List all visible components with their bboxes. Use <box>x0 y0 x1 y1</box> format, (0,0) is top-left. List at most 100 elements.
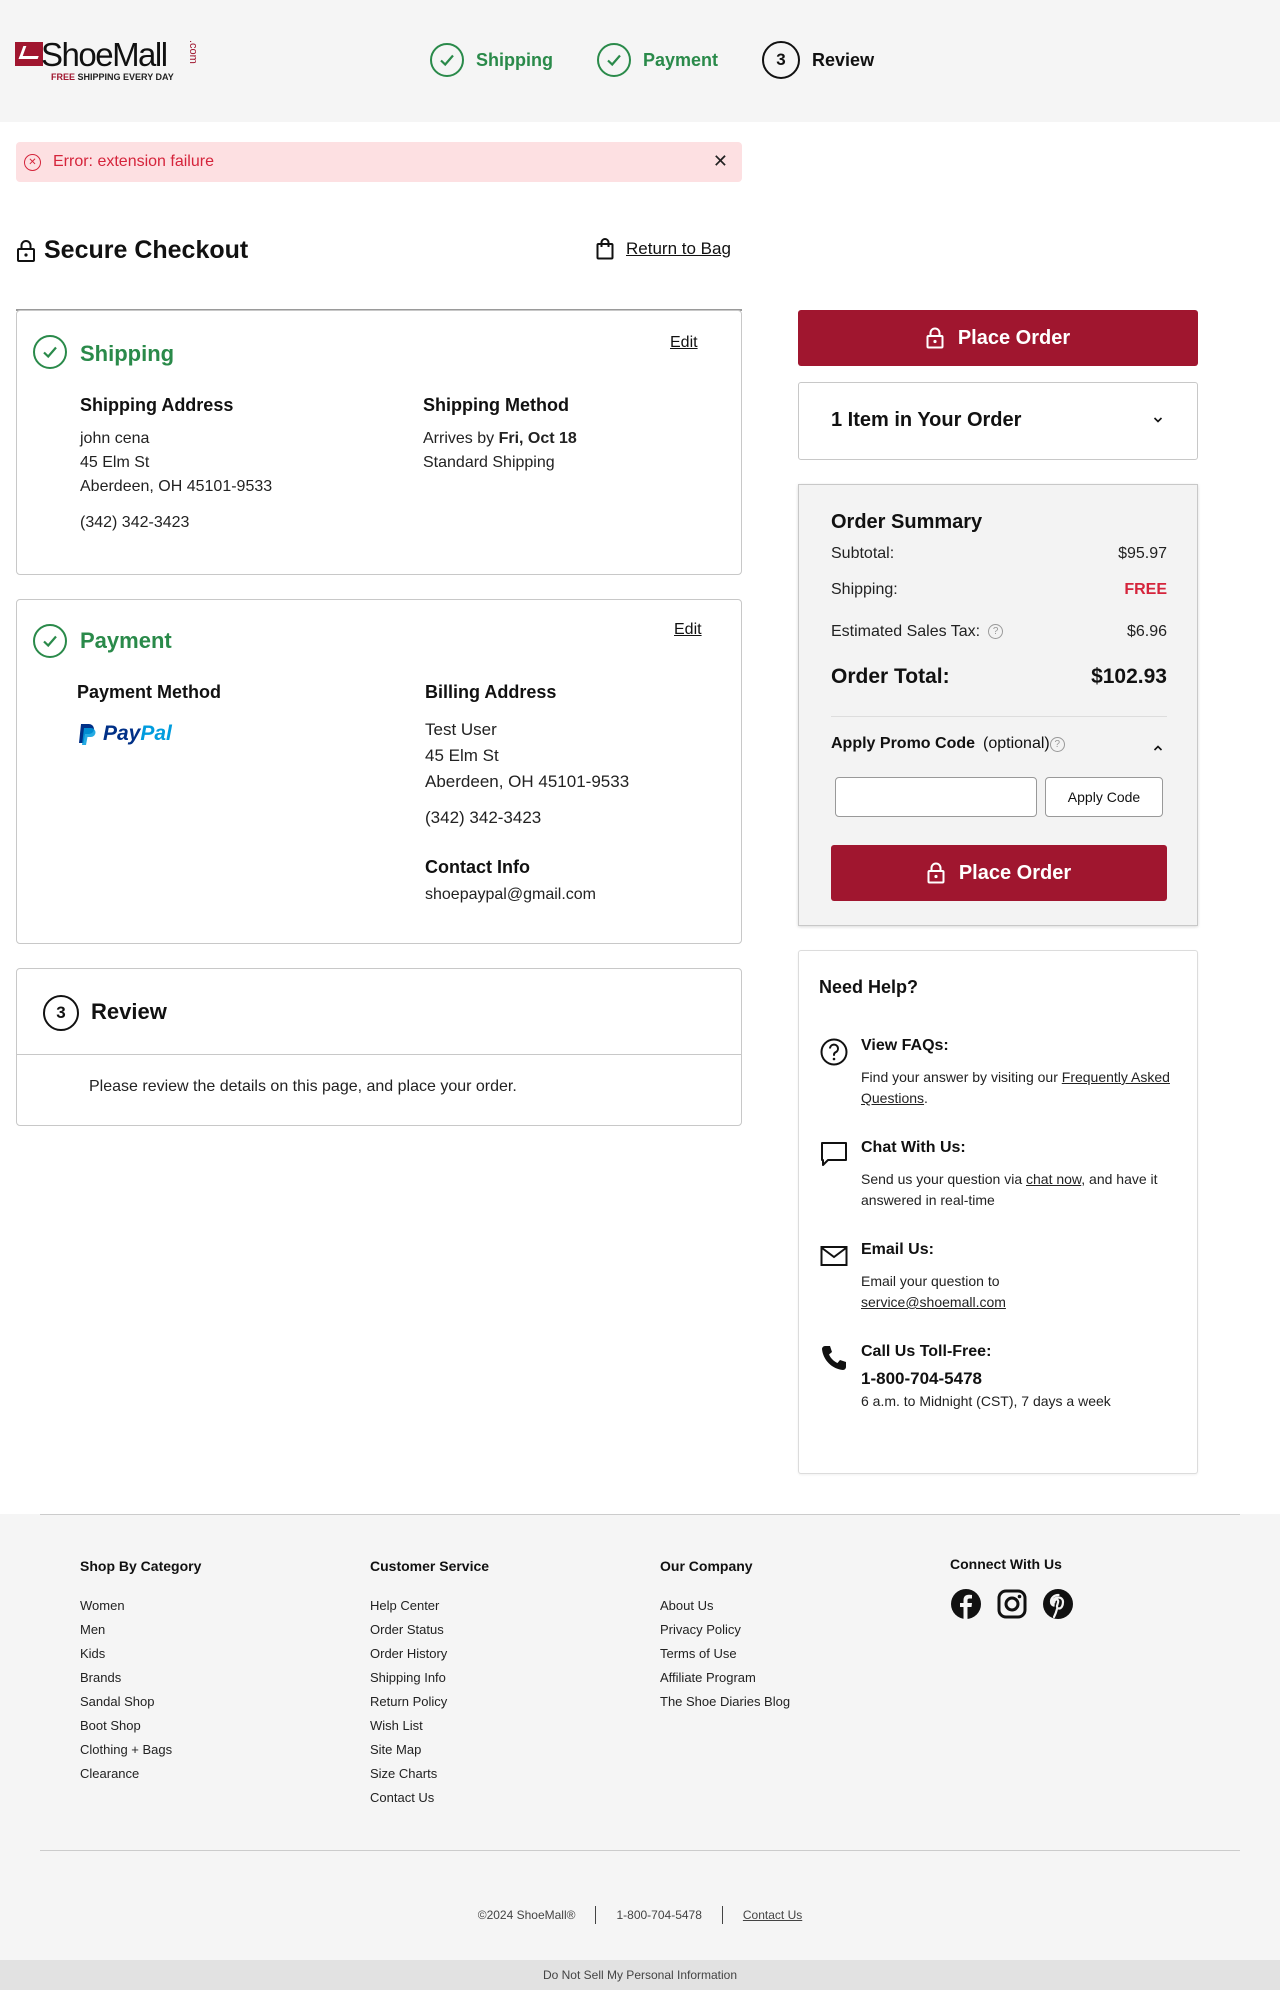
shipping-cost-value: FREE <box>1124 581 1167 598</box>
footer-link[interactable]: Shipping Info <box>370 1670 489 1694</box>
footer-link[interactable]: Help Center <box>370 1598 489 1622</box>
footer-link[interactable]: Women <box>80 1598 201 1622</box>
need-help-title: Need Help? <box>819 977 919 997</box>
instagram-icon[interactable] <box>996 1588 1028 1620</box>
paypal-icon <box>79 724 96 745</box>
total-value: $102.93 <box>1091 665 1167 688</box>
footer-link[interactable]: Wish List <box>370 1718 489 1742</box>
shipping-edit-link[interactable]: Edit <box>670 334 698 352</box>
subtotal-label: Subtotal: <box>831 545 895 562</box>
promo-code-input[interactable] <box>835 777 1037 817</box>
footer-link[interactable]: Brands <box>80 1670 201 1694</box>
arrives-date: Fri, Oct 18 <box>498 430 577 447</box>
subtotal-value: $95.97 <box>1118 545 1167 562</box>
footer-link[interactable]: Affiliate Program <box>660 1670 790 1694</box>
tax-label: Estimated Sales Tax: <box>831 623 981 640</box>
chevron-up-icon[interactable] <box>1153 743 1163 753</box>
review-step-number: 3 <box>43 995 79 1031</box>
logo-brand: ShoeMall <box>41 36 168 73</box>
promo-toggle[interactable]: Apply Promo Code (optional) ? <box>831 735 1065 753</box>
footer-link[interactable]: Clearance <box>80 1766 201 1790</box>
review-text: Please review the details on this page, … <box>89 1078 517 1095</box>
step-payment[interactable]: Payment <box>596 43 719 77</box>
total-label: Order Total: <box>831 665 950 688</box>
step-review: 3 Review <box>762 41 874 79</box>
close-icon[interactable]: ✕ <box>713 151 728 172</box>
shipping-address-heading: Shipping Address <box>80 395 234 415</box>
email-link[interactable]: service@shoemall.com <box>861 1294 1006 1310</box>
tax-value: $6.96 <box>1126 623 1167 640</box>
payment-section: Payment Edit Payment Method PayPal Billi… <box>16 599 742 944</box>
apply-code-button[interactable]: Apply Code <box>1045 777 1163 817</box>
place-order-label: Place Order <box>958 861 1072 884</box>
payment-edit-link[interactable]: Edit <box>674 621 702 639</box>
error-message: Error: extension failure <box>53 153 214 170</box>
promo-label: Apply Promo Code <box>831 735 976 752</box>
footer-link[interactable]: Terms of Use <box>660 1646 790 1670</box>
footer-link[interactable]: About Us <box>660 1598 790 1622</box>
footer-heading: Connect With Us <box>950 1556 1062 1572</box>
help-icon[interactable]: ? <box>988 624 1004 640</box>
lock-icon <box>927 862 945 884</box>
arrives-prefix: Arrives by <box>423 430 499 447</box>
lock-icon <box>926 327 944 349</box>
shipping-street: 45 Elm St <box>80 454 150 471</box>
chat-title: Chat With Us: <box>861 1139 966 1156</box>
footer-heading: Our Company <box>660 1558 753 1574</box>
subtotal-row: Subtotal: $95.97 <box>831 545 1167 563</box>
footer-link[interactable]: Contact Us <box>370 1790 489 1814</box>
shipping-phone: (342) 342-3423 <box>80 514 190 531</box>
contact-email: shoepaypal@gmail.com <box>425 886 596 903</box>
order-items-toggle[interactable]: 1 Item in Your Order <box>798 382 1198 460</box>
footer-col-connect: Connect With Us <box>950 1556 1088 1620</box>
footer-link[interactable]: Size Charts <box>370 1766 489 1790</box>
footer-link[interactable]: The Shoe Diaries Blog <box>660 1694 790 1718</box>
site-header: ShoeMall .com FREE SHIPPING EVERY DAY Sh… <box>0 0 1280 122</box>
call-hours: 6 a.m. to Midnight (CST), 7 days a week <box>861 1393 1111 1409</box>
shipping-cost-label: Shipping: <box>831 581 898 598</box>
footer-link[interactable]: Men <box>80 1622 201 1646</box>
footer-link[interactable]: Site Map <box>370 1742 489 1766</box>
faq-title: View FAQs: <box>861 1037 949 1054</box>
footer-link[interactable]: Sandal Shop <box>80 1694 201 1718</box>
chat-now-link[interactable]: chat now <box>1026 1171 1081 1187</box>
chat-text: Send us your question via chat now, and … <box>861 1169 1171 1211</box>
step-shipping[interactable]: Shipping <box>430 43 553 77</box>
facebook-icon[interactable] <box>950 1588 982 1620</box>
footer-link[interactable]: Order History <box>370 1646 489 1670</box>
billing-phone: (342) 342-3423 <box>425 808 542 827</box>
return-to-bag-link[interactable]: Return to Bag <box>596 238 731 260</box>
footer-link[interactable]: Return Policy <box>370 1694 489 1718</box>
check-circle-icon <box>33 335 67 369</box>
step-shipping-label: Shipping <box>476 49 553 70</box>
billing-city: Aberdeen, OH 45101-9533 <box>425 772 630 791</box>
shipping-title: Shipping <box>80 341 175 366</box>
envelope-icon <box>820 1246 848 1266</box>
return-to-bag-label: Return to Bag <box>626 239 731 258</box>
logo-tagline-rest: SHIPPING EVERY DAY <box>75 72 174 82</box>
footer-link[interactable]: Kids <box>80 1646 201 1670</box>
place-order-button[interactable]: Place Order <box>831 845 1167 901</box>
divider <box>721 1906 723 1924</box>
faq-text: Find your answer by visiting our Frequen… <box>861 1067 1171 1109</box>
site-footer: Shop By Category Women Men Kids Brands S… <box>0 1514 1280 1990</box>
footer-phone[interactable]: 1-800-704-5478 <box>616 1908 701 1922</box>
logo-tagline: FREE SHIPPING EVERY DAY <box>51 72 174 82</box>
order-summary: Order Summary Subtotal: $95.97 Shipping:… <box>798 484 1198 926</box>
footer-link[interactable]: Privacy Policy <box>660 1622 790 1646</box>
footer-link[interactable]: Order Status <box>370 1622 489 1646</box>
phone-icon <box>822 1346 846 1370</box>
page-title: Secure Checkout <box>44 236 249 264</box>
place-order-button[interactable]: Place Order <box>798 310 1198 366</box>
shoemall-logo[interactable]: ShoeMall .com FREE SHIPPING EVERY DAY <box>15 36 199 86</box>
step-payment-label: Payment <box>642 49 719 70</box>
footer-link[interactable]: Clothing + Bags <box>80 1742 201 1766</box>
order-items-label: 1 Item in Your Order <box>831 409 1022 431</box>
pinterest-icon[interactable] <box>1042 1588 1074 1620</box>
order-summary-title: Order Summary <box>831 511 983 533</box>
help-icon[interactable]: ? <box>1049 736 1065 752</box>
footer-contact-link[interactable]: Contact Us <box>743 1908 802 1922</box>
footer-link[interactable]: Boot Shop <box>80 1718 201 1742</box>
do-not-sell-link[interactable]: Do Not Sell My Personal Information <box>0 1960 1280 1990</box>
call-number[interactable]: 1-800-704-5478 <box>861 1369 982 1389</box>
